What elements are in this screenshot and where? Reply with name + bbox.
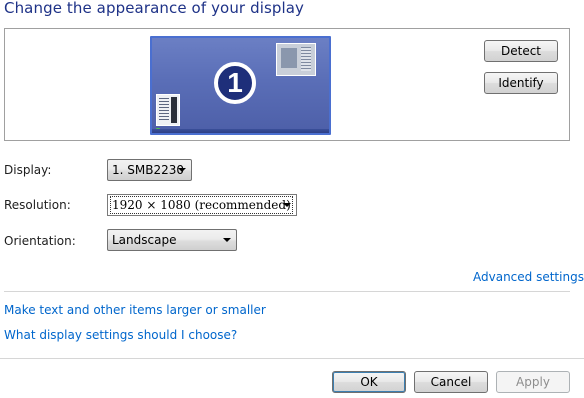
orientation-label: Orientation: bbox=[4, 234, 76, 248]
chevron-down-icon bbox=[223, 238, 231, 242]
chevron-down-icon bbox=[283, 203, 291, 207]
display-dropdown[interactable]: 1. SMB2230 bbox=[107, 159, 192, 181]
advanced-settings-link[interactable]: Advanced settings bbox=[473, 270, 584, 284]
orientation-dropdown-value: Landscape bbox=[112, 233, 177, 247]
cancel-button[interactable]: Cancel bbox=[414, 371, 488, 393]
detect-button[interactable]: Detect bbox=[484, 40, 558, 62]
page-title: Change the appearance of your display bbox=[4, 0, 305, 17]
monitor-number-badge: 1 bbox=[214, 62, 256, 104]
text-size-link[interactable]: Make text and other items larger or smal… bbox=[4, 303, 266, 317]
display-dropdown-value: 1. SMB2230 bbox=[112, 163, 185, 177]
footer-divider bbox=[0, 358, 584, 359]
start-button-icon bbox=[156, 128, 160, 132]
monitor-arrangement-pane: 1 Detect Identify bbox=[4, 28, 570, 141]
identify-button[interactable]: Identify bbox=[484, 72, 558, 94]
resolution-label: Resolution: bbox=[4, 198, 71, 212]
section-divider bbox=[4, 291, 570, 292]
resolution-dropdown-value: 1920 × 1080 (recommended) bbox=[110, 196, 293, 214]
monitor-1-preview[interactable]: 1 bbox=[150, 36, 331, 135]
window-thumbnail-icon bbox=[276, 43, 316, 76]
display-help-link[interactable]: What display settings should I choose? bbox=[4, 328, 237, 342]
apply-button[interactable]: Apply bbox=[496, 371, 570, 393]
ok-button[interactable]: OK bbox=[332, 371, 406, 393]
orientation-dropdown[interactable]: Landscape bbox=[107, 229, 237, 251]
chevron-down-icon bbox=[178, 168, 186, 172]
resolution-dropdown[interactable]: 1920 × 1080 (recommended) bbox=[107, 194, 297, 216]
display-label: Display: bbox=[4, 163, 52, 177]
window-thumbnail-icon bbox=[156, 94, 180, 126]
